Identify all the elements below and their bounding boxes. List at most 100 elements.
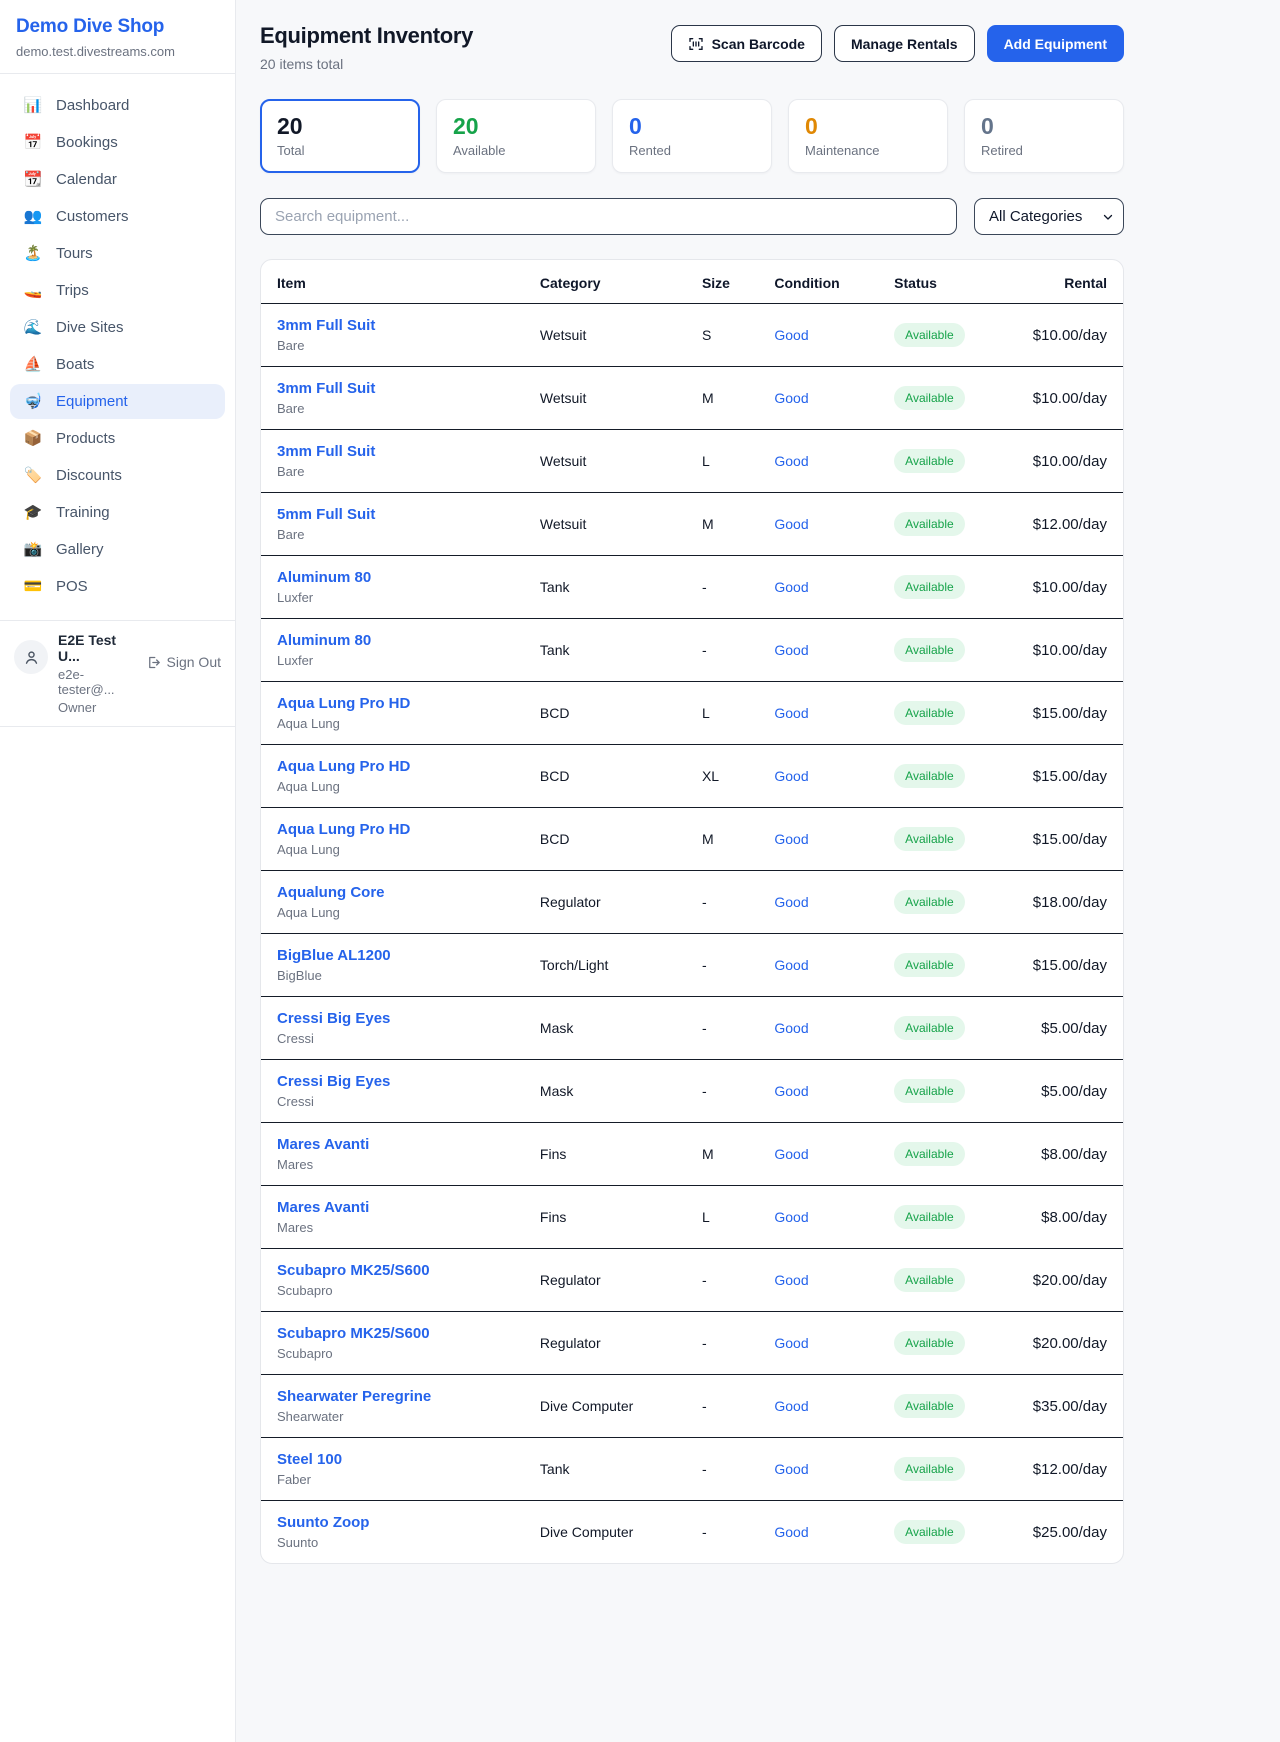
item-name-link[interactable]: Cressi Big Eyes (277, 1010, 508, 1027)
sign-out-button[interactable]: Sign Out (146, 654, 221, 670)
stat-card-total[interactable]: 20 Total (260, 99, 420, 173)
item-condition-link[interactable]: Good (774, 768, 808, 784)
calendar-icon: 📆 (23, 172, 43, 187)
sidebar-item-gallery[interactable]: 📸Gallery (10, 532, 225, 567)
stat-card-maintenance[interactable]: 0 Maintenance (788, 99, 948, 173)
bookings-icon: 📅 (23, 135, 43, 150)
item-name-link[interactable]: BigBlue AL1200 (277, 947, 508, 964)
table-row[interactable]: 3mm Full SuitBareWetsuitLGoodAvailable$1… (261, 430, 1123, 493)
item-brand: Aqua Lung (277, 779, 508, 794)
table-row[interactable]: Aqua Lung Pro HDAqua LungBCDXLGoodAvaila… (261, 745, 1123, 808)
sidebar-item-calendar[interactable]: 📆Calendar (10, 162, 225, 197)
item-condition-link[interactable]: Good (774, 642, 808, 658)
table-row[interactable]: 5mm Full SuitBareWetsuitMGoodAvailable$1… (261, 493, 1123, 556)
item-name-link[interactable]: 3mm Full Suit (277, 443, 508, 460)
sidebar-item-dashboard[interactable]: 📊Dashboard (10, 88, 225, 123)
table-row[interactable]: Mares AvantiMaresFinsLGoodAvailable$8.00… (261, 1186, 1123, 1249)
table-row[interactable]: Aqua Lung Pro HDAqua LungBCDMGoodAvailab… (261, 808, 1123, 871)
sidebar-item-customers[interactable]: 👥Customers (10, 199, 225, 234)
item-condition-link[interactable]: Good (774, 1083, 808, 1099)
item-name-link[interactable]: Mares Avanti (277, 1199, 508, 1216)
table-row[interactable]: Cressi Big EyesCressiMask-GoodAvailable$… (261, 997, 1123, 1060)
status-badge: Available (894, 1457, 964, 1481)
table-row[interactable]: Aluminum 80LuxferTank-GoodAvailable$10.0… (261, 619, 1123, 682)
search-input[interactable] (260, 198, 957, 235)
scan-barcode-button[interactable]: Scan Barcode (671, 25, 822, 62)
item-condition-link[interactable]: Good (774, 831, 808, 847)
item-name-link[interactable]: Mares Avanti (277, 1136, 508, 1153)
status-badge: Available (894, 1331, 964, 1355)
item-name-link[interactable]: Aqua Lung Pro HD (277, 821, 508, 838)
sidebar-item-equipment[interactable]: 🤿Equipment (10, 384, 225, 419)
item-name-link[interactable]: 3mm Full Suit (277, 317, 508, 334)
item-name-link[interactable]: Shearwater Peregrine (277, 1388, 508, 1405)
brand-title[interactable]: Demo Dive Shop (16, 16, 219, 38)
table-row[interactable]: Shearwater PeregrineShearwaterDive Compu… (261, 1375, 1123, 1438)
item-name-link[interactable]: Suunto Zoop (277, 1514, 508, 1531)
item-name-link[interactable]: Cressi Big Eyes (277, 1073, 508, 1090)
item-name-link[interactable]: Scubapro MK25/S600 (277, 1262, 508, 1279)
sidebar-item-pos[interactable]: 💳POS (10, 569, 225, 604)
table-row[interactable]: Steel 100FaberTank-GoodAvailable$12.00/d… (261, 1438, 1123, 1501)
item-condition-link[interactable]: Good (774, 1398, 808, 1414)
item-condition-link[interactable]: Good (774, 1272, 808, 1288)
item-name-link[interactable]: Aqua Lung Pro HD (277, 758, 508, 775)
item-condition-link[interactable]: Good (774, 957, 808, 973)
item-condition-link[interactable]: Good (774, 1146, 808, 1162)
sidebar-item-training[interactable]: 🎓Training (10, 495, 225, 530)
item-brand: Scubapro (277, 1346, 508, 1361)
sidebar-item-bookings[interactable]: 📅Bookings (10, 125, 225, 160)
item-condition-link[interactable]: Good (774, 1020, 808, 1036)
tours-icon: 🏝️ (23, 246, 43, 261)
add-equipment-button[interactable]: Add Equipment (987, 25, 1124, 62)
table-row[interactable]: Aluminum 80LuxferTank-GoodAvailable$10.0… (261, 556, 1123, 619)
stat-maintenance-label: Maintenance (805, 143, 931, 158)
item-condition-link[interactable]: Good (774, 390, 808, 406)
sidebar-item-label: Customers (56, 208, 129, 225)
item-size: - (686, 1249, 758, 1312)
item-name-link[interactable]: 5mm Full Suit (277, 506, 508, 523)
stat-card-rented[interactable]: 0 Rented (612, 99, 772, 173)
item-name-link[interactable]: Steel 100 (277, 1451, 508, 1468)
sidebar-item-trips[interactable]: 🚤Trips (10, 273, 225, 308)
item-condition-link[interactable]: Good (774, 894, 808, 910)
item-condition-link[interactable]: Good (774, 453, 808, 469)
table-row[interactable]: Scubapro MK25/S600ScubaproRegulator-Good… (261, 1249, 1123, 1312)
table-row[interactable]: Suunto ZoopSuuntoDive Computer-GoodAvail… (261, 1501, 1123, 1564)
item-rental-rate: $20.00/day (1003, 1249, 1123, 1312)
manage-rentals-button[interactable]: Manage Rentals (834, 25, 975, 62)
item-name-link[interactable]: 3mm Full Suit (277, 380, 508, 397)
equipment-table-body: 3mm Full SuitBareWetsuitSGoodAvailable$1… (261, 304, 1123, 1564)
item-name-link[interactable]: Aqualung Core (277, 884, 508, 901)
item-condition-link[interactable]: Good (774, 1335, 808, 1351)
table-row[interactable]: 3mm Full SuitBareWetsuitSGoodAvailable$1… (261, 304, 1123, 367)
item-condition-link[interactable]: Good (774, 516, 808, 532)
item-condition-link[interactable]: Good (774, 1524, 808, 1540)
item-condition-link[interactable]: Good (774, 1209, 808, 1225)
table-row[interactable]: Aqualung CoreAqua LungRegulator-GoodAvai… (261, 871, 1123, 934)
category-select[interactable]: All Categories (974, 198, 1124, 235)
item-condition-link[interactable]: Good (774, 579, 808, 595)
sidebar-item-tours[interactable]: 🏝️Tours (10, 236, 225, 271)
table-row[interactable]: BigBlue AL1200BigBlueTorch/Light-GoodAva… (261, 934, 1123, 997)
sidebar-item-products[interactable]: 📦Products (10, 421, 225, 456)
table-row[interactable]: Cressi Big EyesCressiMask-GoodAvailable$… (261, 1060, 1123, 1123)
add-equipment-label: Add Equipment (1004, 36, 1107, 52)
sidebar-item-discounts[interactable]: 🏷️Discounts (10, 458, 225, 493)
item-name-link[interactable]: Aluminum 80 (277, 569, 508, 586)
status-badge: Available (894, 1079, 964, 1103)
item-condition-link[interactable]: Good (774, 705, 808, 721)
table-row[interactable]: Scubapro MK25/S600ScubaproRegulator-Good… (261, 1312, 1123, 1375)
stat-card-available[interactable]: 20 Available (436, 99, 596, 173)
item-name-link[interactable]: Aluminum 80 (277, 632, 508, 649)
table-row[interactable]: Mares AvantiMaresFinsMGoodAvailable$8.00… (261, 1123, 1123, 1186)
item-name-link[interactable]: Aqua Lung Pro HD (277, 695, 508, 712)
sidebar-item-dive-sites[interactable]: 🌊Dive Sites (10, 310, 225, 345)
item-condition-link[interactable]: Good (774, 327, 808, 343)
sidebar-item-boats[interactable]: ⛵Boats (10, 347, 225, 382)
item-name-link[interactable]: Scubapro MK25/S600 (277, 1325, 508, 1342)
item-condition-link[interactable]: Good (774, 1461, 808, 1477)
stat-card-retired[interactable]: 0 Retired (964, 99, 1124, 173)
table-row[interactable]: 3mm Full SuitBareWetsuitMGoodAvailable$1… (261, 367, 1123, 430)
table-row[interactable]: Aqua Lung Pro HDAqua LungBCDLGoodAvailab… (261, 682, 1123, 745)
